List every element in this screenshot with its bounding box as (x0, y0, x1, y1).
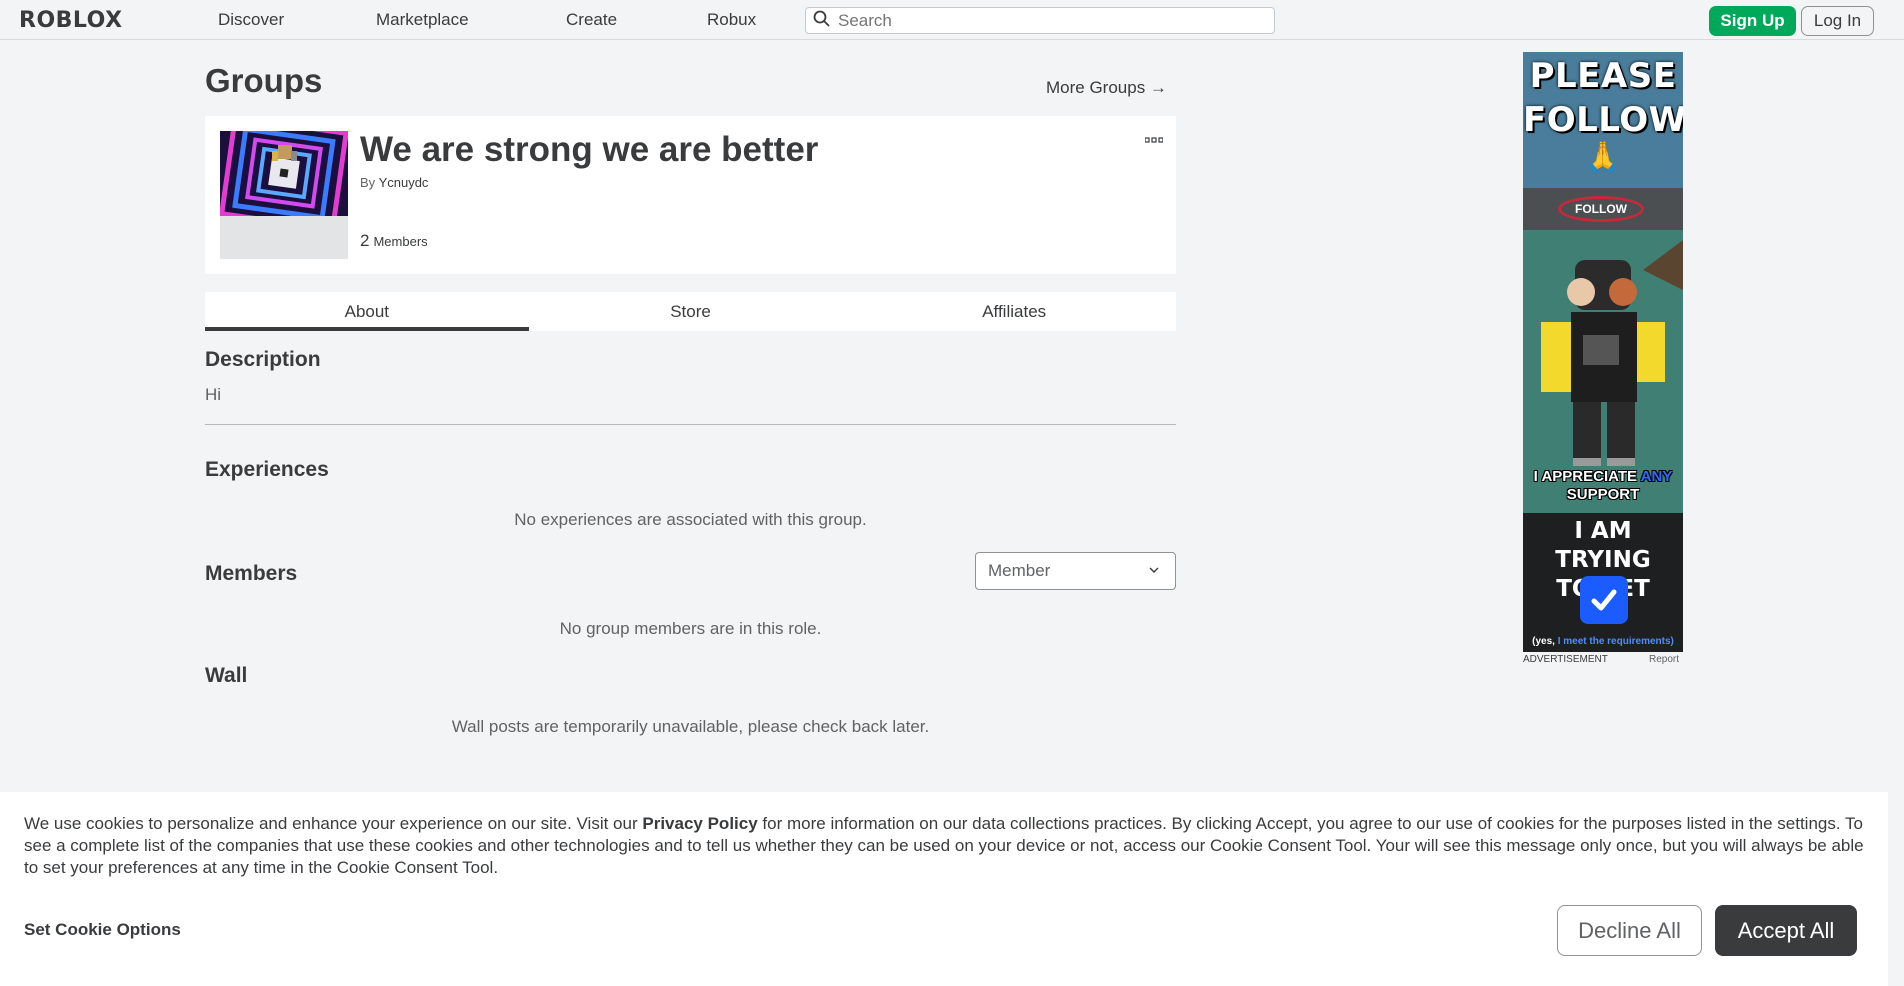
group-tabs: About Store Affiliates (205, 292, 1176, 331)
sidebar-advertisement[interactable]: PLEASE FOLLOW 🙏 FOLLOW I APPRECIATE ANY … (1523, 52, 1683, 652)
ad-text-please: PLEASE (1529, 56, 1677, 96)
roblox-logo[interactable]: ROBLOX (19, 8, 123, 33)
description-title: Description (205, 348, 321, 371)
search-icon (813, 10, 830, 32)
ad-report-link[interactable]: Report (1649, 654, 1679, 665)
group-emblem-placeholder (220, 216, 348, 259)
experiences-title: Experiences (205, 458, 329, 481)
search-input[interactable] (838, 10, 1258, 31)
group-name: We are strong we are better (360, 130, 819, 169)
group-by-prefix: By (360, 175, 376, 190)
members-empty-message: No group members are in this role. (559, 619, 822, 638)
accept-all-button[interactable]: Accept All (1715, 905, 1857, 956)
top-navigation-bar: ROBLOX Discover Marketplace Create Robux… (0, 0, 1904, 40)
search-box[interactable] (805, 7, 1275, 34)
tab-affiliates[interactable]: Affiliates (852, 292, 1176, 331)
ad-appreciate-b: SUPPORT (1566, 486, 1640, 503)
ad-yes-text: (yes, I meet the requirements) (1523, 636, 1683, 647)
ad-follow-band: FOLLOW (1523, 188, 1683, 230)
nav-discover[interactable]: Discover (218, 10, 284, 30)
experiences-empty-message: No experiences are associated with this … (514, 510, 867, 529)
ad-text-follow: FOLLOW (1523, 100, 1683, 140)
cookie-consent-text: We use cookies to personalize and enhanc… (24, 813, 1874, 879)
member-count-label: Members (373, 234, 428, 249)
role-dropdown-value: Member (988, 561, 1051, 580)
sign-up-button[interactable]: Sign Up (1709, 6, 1796, 36)
ad-pray-emoji: 🙏 (1584, 141, 1622, 174)
more-options-icon[interactable] (1144, 130, 1164, 146)
ad-appreciate-text: I APPRECIATE ANY SUPPORT (1523, 468, 1683, 504)
set-cookie-options-link[interactable]: Set Cookie Options (24, 920, 181, 940)
page-title: Groups (205, 62, 323, 99)
advertisement-label: ADVERTISEMENT (1523, 654, 1608, 665)
more-groups-link[interactable]: More Groups → (1046, 78, 1167, 98)
wall-title: Wall (205, 664, 248, 687)
ad-appreciate-any: ANY (1640, 468, 1673, 485)
group-owner-line: By Ycnuydc (360, 175, 428, 190)
members-title: Members (205, 562, 298, 585)
nav-marketplace[interactable]: Marketplace (376, 10, 469, 30)
section-divider (205, 424, 1176, 425)
privacy-policy-link[interactable]: Privacy Policy (642, 814, 757, 833)
tab-about[interactable]: About (205, 292, 529, 331)
ad-bottom-panel: I AM TRYING TO GET (yes, I meet the requ… (1523, 513, 1683, 652)
group-header-card: We are strong we are better By Ycnuydc 2… (205, 116, 1176, 274)
ad-yes-prefix: (yes, (1532, 636, 1555, 647)
nav-robux[interactable]: Robux (707, 10, 756, 30)
decline-all-button[interactable]: Decline All (1557, 905, 1702, 956)
role-dropdown[interactable]: Member (975, 552, 1176, 590)
chevron-down-icon (1147, 562, 1161, 582)
ad-yes-blue: I meet the requirements) (1557, 636, 1674, 647)
wall-unavailable-message: Wall posts are temporarily unavailable, … (451, 717, 930, 736)
log-in-button[interactable]: Log In (1801, 6, 1874, 36)
group-member-count: 2 Members (360, 231, 428, 251)
cookie-consent-banner: We use cookies to personalize and enhanc… (0, 792, 1888, 986)
cookie-text-a: We use cookies to personalize and enhanc… (24, 814, 638, 833)
group-owner-link[interactable]: Ycnuydc (379, 175, 429, 190)
verified-check-icon (1580, 576, 1628, 624)
ad-trying-line1: I AM TRYING (1555, 518, 1651, 573)
ad-follow-button: FOLLOW (1558, 196, 1644, 222)
description-text: Hi (205, 385, 222, 404)
member-count-value: 2 (360, 231, 370, 250)
ad-appreciate-a: I APPRECIATE (1533, 468, 1638, 485)
group-emblem-image (220, 131, 348, 216)
tab-store[interactable]: Store (529, 292, 853, 331)
nav-create[interactable]: Create (566, 10, 617, 30)
